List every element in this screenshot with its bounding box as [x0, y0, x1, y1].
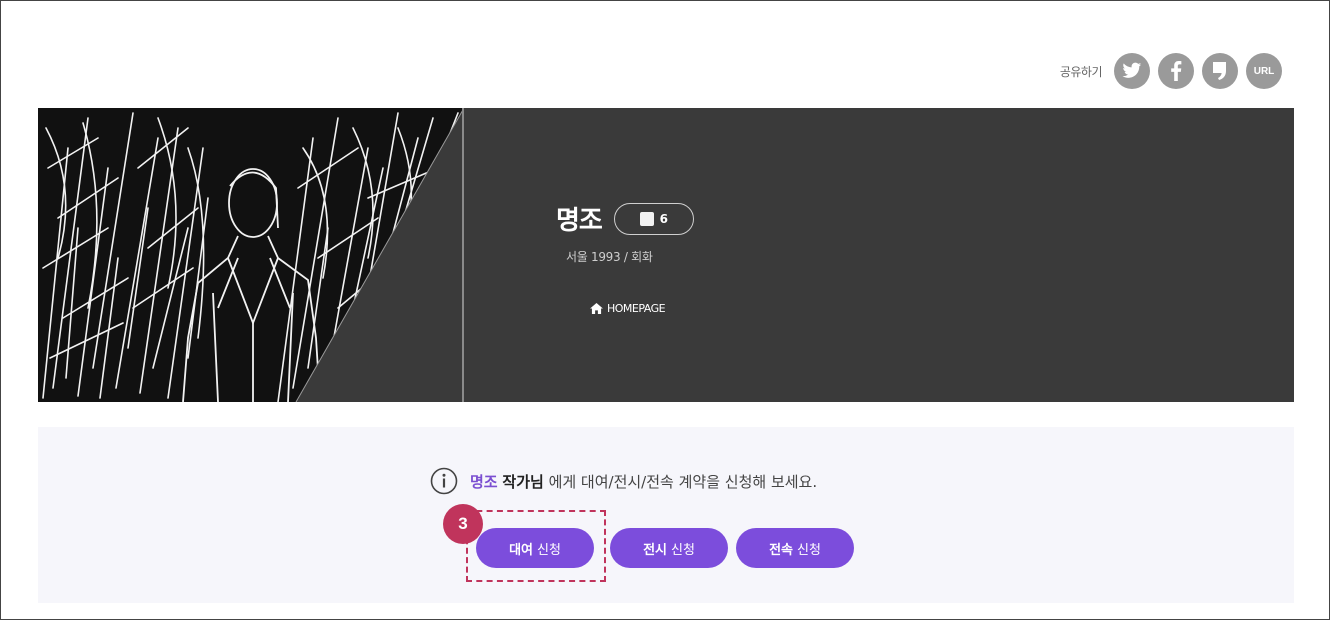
exclusive-request-button[interactable]: 전속 신청 [736, 528, 854, 568]
homepage-label: HOMEPAGE [607, 302, 666, 315]
exhibition-button-rest: 신청 [671, 541, 695, 557]
info-icon [430, 467, 458, 495]
hero-divider [462, 108, 464, 402]
contract-artist-name: 명조 [470, 472, 498, 491]
contract-panel: 명조 작가님 에게 대여/전시/전속 계약을 신청해 보세요. 대여 신청 전시… [38, 427, 1294, 603]
artist-name-row: 명조 6 [556, 200, 694, 237]
artwork-count-icon [639, 211, 654, 226]
share-bar: 공유하기 URL [1060, 52, 1282, 90]
twitter-share-button[interactable] [1114, 53, 1150, 89]
work-count-badge[interactable]: 6 [613, 202, 694, 235]
contract-artist-title: 작가님 [502, 472, 544, 491]
exhibition-button-bold: 전시 [643, 541, 667, 557]
annotation-step-badge: 3 [443, 504, 483, 544]
link-icon: URL [1253, 65, 1275, 77]
work-count-value: 6 [659, 211, 669, 226]
facebook-icon [1171, 61, 1182, 81]
blog-icon [1213, 62, 1226, 80]
annotation-highlight-box [466, 510, 606, 582]
artwork-image [38, 108, 464, 402]
contract-message-text: 에게 대여/전시/전속 계약을 신청해 보세요. [543, 472, 818, 491]
exhibition-request-button[interactable]: 전시 신청 [610, 528, 728, 568]
artist-meta: 서울 1993 / 회화 [566, 250, 653, 264]
share-label: 공유하기 [1059, 64, 1103, 79]
exclusive-button-bold: 전속 [769, 541, 793, 557]
artist-hero: 명조 6 서울 1993 / 회화 HOMEPAGE [38, 108, 1294, 402]
homepage-link[interactable]: HOMEPAGE [590, 302, 666, 315]
artist-name: 명조 [556, 206, 603, 236]
exclusive-button-rest: 신청 [797, 541, 821, 557]
contract-message: 명조 작가님 에게 대여/전시/전속 계약을 신청해 보세요. [430, 467, 817, 495]
twitter-icon [1122, 62, 1142, 78]
home-icon [590, 303, 603, 314]
facebook-share-button[interactable] [1158, 53, 1194, 89]
url-share-button[interactable]: URL [1246, 53, 1282, 89]
blog-share-button[interactable] [1202, 53, 1238, 89]
